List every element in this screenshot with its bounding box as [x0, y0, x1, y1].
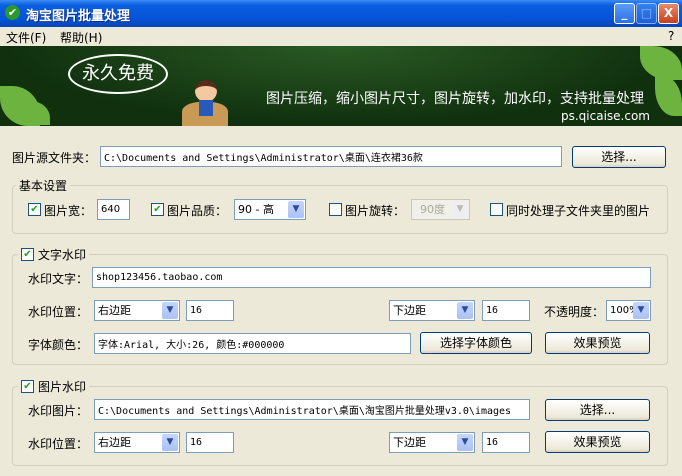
window-title: 淘宝图片批量处理	[26, 9, 131, 24]
choose-image-button[interactable]: 选择...	[545, 399, 650, 421]
title-bar[interactable]: ✔ 淘宝图片批量处理 _ □ X	[0, 0, 682, 27]
menu-file[interactable]: 文件(F)	[6, 29, 46, 46]
quality-checkbox[interactable]: ✔	[151, 203, 164, 216]
app-check-icon: ✔	[5, 5, 20, 20]
opacity-select[interactable]: 100% ▼	[606, 300, 651, 321]
text-position-label: 水印位置：	[28, 305, 89, 319]
rotate-select[interactable]: 90度 ▼	[411, 199, 470, 220]
watermark-text-input[interactable]	[92, 267, 651, 288]
menu-help[interactable]: 帮助(H)	[60, 29, 102, 46]
image-watermark-checkbox[interactable]: ✔	[21, 380, 34, 393]
text-v-position-select[interactable]: 下边距 ▼	[389, 300, 475, 321]
text-preview-button[interactable]: 效果预览	[545, 332, 650, 354]
text-h-offset-input[interactable]	[186, 300, 234, 321]
image-v-position-value: 下边距	[393, 436, 426, 449]
source-folder-label: 图片源文件夹：	[12, 151, 97, 165]
quality-label: 图片品质：	[167, 204, 228, 218]
image-h-position-select[interactable]: 右边距 ▼	[94, 432, 180, 453]
subfolder-checkbox[interactable]	[490, 203, 503, 216]
chevron-down-icon: ▼	[457, 302, 473, 319]
text-watermark-checkbox[interactable]: ✔	[21, 248, 34, 261]
image-h-offset-input[interactable]	[186, 432, 234, 453]
image-watermark-group	[12, 386, 668, 466]
chevron-down-icon: ▼	[457, 434, 473, 451]
rotate-value: 90度	[420, 203, 445, 216]
width-input[interactable]	[97, 199, 130, 220]
banner-url: ps.qicaise.com	[561, 109, 650, 123]
chevron-down-icon: ▼	[633, 302, 649, 319]
opacity-label: 不透明度：	[544, 305, 605, 319]
help-question-button[interactable]: ?	[668, 29, 674, 43]
image-h-position-value: 右边距	[98, 436, 131, 449]
subfolder-label: 同时处理子文件夹里的图片	[506, 204, 651, 218]
chevron-down-icon: ▼	[452, 201, 468, 218]
source-folder-input[interactable]	[100, 146, 562, 167]
basic-settings-legend: 基本设置	[16, 177, 71, 194]
chevron-down-icon: ▼	[288, 201, 304, 218]
font-color-label: 字体颜色：	[28, 338, 89, 352]
mascot-body	[199, 100, 213, 116]
chevron-down-icon: ▼	[162, 302, 178, 319]
text-h-position-value: 右边距	[98, 304, 131, 317]
width-label: 图片宽：	[44, 204, 93, 218]
quality-select[interactable]: 90 - 高 ▼	[234, 199, 306, 220]
rotate-label: 图片旋转：	[345, 204, 406, 218]
banner: 永久免费 图片压缩，缩小图片尺寸，图片旋转，加水印，支持批量处理 ps.qica…	[0, 46, 682, 126]
text-v-offset-input[interactable]	[482, 300, 530, 321]
minimize-button[interactable]: _	[614, 3, 635, 24]
free-badge: 永久免费	[68, 54, 168, 94]
rotate-checkbox[interactable]	[329, 203, 342, 216]
chevron-down-icon: ▼	[162, 434, 178, 451]
quality-value: 90 - 高	[238, 203, 274, 216]
watermark-image-input[interactable]	[94, 399, 530, 420]
watermark-text-label: 水印文字：	[28, 272, 89, 286]
image-position-label: 水印位置：	[28, 437, 89, 451]
choose-font-color-button[interactable]: 选择字体颜色	[420, 332, 532, 354]
choose-source-button[interactable]: 选择...	[572, 146, 666, 168]
width-checkbox[interactable]: ✔	[28, 203, 41, 216]
leaf-decoration	[655, 76, 682, 116]
maximize-button[interactable]: □	[636, 3, 657, 24]
image-v-position-select[interactable]: 下边距 ▼	[389, 432, 475, 453]
font-info-input[interactable]	[94, 333, 411, 354]
banner-slogan: 图片压缩，缩小图片尺寸，图片旋转，加水印，支持批量处理	[266, 91, 644, 107]
close-button[interactable]: X	[658, 3, 679, 24]
image-v-offset-input[interactable]	[482, 432, 530, 453]
leaf-decoration	[640, 46, 682, 80]
text-v-position-value: 下边距	[393, 304, 426, 317]
image-preview-button[interactable]: 效果预览	[545, 431, 650, 453]
text-h-position-select[interactable]: 右边距 ▼	[94, 300, 180, 321]
mascot-icon	[195, 80, 217, 102]
watermark-image-label: 水印图片：	[28, 404, 89, 418]
menu-bar: 文件(F) 帮助(H) ?	[0, 27, 682, 46]
